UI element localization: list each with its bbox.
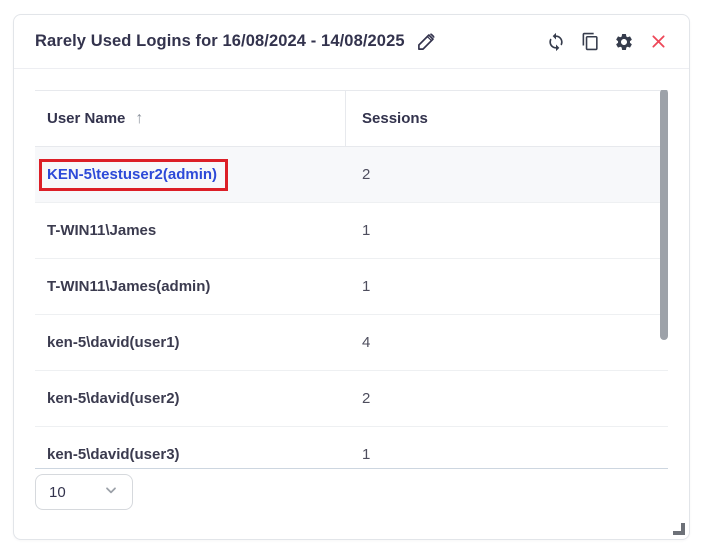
- pencil-icon: [416, 31, 437, 52]
- user-name-cell: ken-5\david(user2): [35, 390, 346, 407]
- refresh-icon: [546, 32, 566, 52]
- table-row[interactable]: ken-5\david(user2) 2: [35, 371, 668, 427]
- chevron-down-icon: [103, 482, 119, 503]
- column-header-sessions[interactable]: Sessions: [346, 91, 668, 146]
- widget-header: Rarely Used Logins for 16/08/2024 - 14/0…: [14, 15, 689, 69]
- table-row[interactable]: T-WIN11\James(admin) 1: [35, 259, 668, 315]
- user-name-text: ken-5\david(user2): [47, 390, 180, 407]
- user-name-cell: T-WIN11\James(admin): [35, 278, 346, 295]
- sessions-cell: 1: [346, 278, 668, 295]
- edit-title-button[interactable]: [415, 30, 439, 54]
- resize-handle[interactable]: [673, 523, 685, 535]
- page-size-dropdown[interactable]: 10: [35, 474, 133, 510]
- copy-icon: [581, 32, 600, 51]
- gear-icon: [614, 32, 634, 52]
- sessions-cell: 4: [346, 334, 668, 351]
- user-name-cell: ken-5\david(user3): [35, 446, 346, 463]
- user-name-text: ken-5\david(user1): [47, 334, 180, 351]
- user-name-text: T-WIN11\James(admin): [47, 278, 210, 295]
- table-header-row: User Name ↑ Sessions: [35, 90, 668, 147]
- table-row[interactable]: ken-5\david(user3) 1: [35, 427, 668, 469]
- close-icon: [649, 32, 668, 51]
- sort-ascending-icon: ↑: [135, 110, 143, 128]
- close-button[interactable]: [647, 31, 669, 53]
- user-name-text: ken-5\david(user3): [47, 446, 180, 463]
- widget-title: Rarely Used Logins for 16/08/2024 - 14/0…: [35, 32, 405, 51]
- column-label: Sessions: [362, 110, 428, 127]
- user-name-text[interactable]: KEN-5\testuser2(admin): [39, 159, 228, 191]
- settings-button[interactable]: [613, 31, 635, 53]
- column-label: User Name: [47, 110, 125, 127]
- user-name-cell: T-WIN11\James: [35, 222, 346, 239]
- user-name-text: T-WIN11\James: [47, 222, 156, 239]
- vertical-scrollbar-thumb[interactable]: [660, 90, 668, 340]
- sessions-cell: 1: [346, 446, 668, 463]
- table-body: KEN-5\testuser2(admin) 2 T-WIN11\James 1…: [35, 147, 668, 469]
- rarely-used-logins-widget: Rarely Used Logins for 16/08/2024 - 14/0…: [13, 14, 690, 540]
- table-row[interactable]: KEN-5\testuser2(admin) 2: [35, 147, 668, 203]
- table-row[interactable]: ken-5\david(user1) 4: [35, 315, 668, 371]
- copy-button[interactable]: [579, 31, 601, 53]
- user-name-cell: ken-5\david(user1): [35, 334, 346, 351]
- sessions-cell: 1: [346, 222, 668, 239]
- user-name-cell: KEN-5\testuser2(admin): [35, 159, 346, 191]
- page-size-value: 10: [49, 484, 103, 501]
- sessions-cell: 2: [346, 166, 668, 183]
- refresh-button[interactable]: [545, 31, 567, 53]
- column-header-user-name[interactable]: User Name ↑: [35, 91, 346, 146]
- logins-table: User Name ↑ Sessions KEN-5\testuser2(adm…: [35, 90, 668, 469]
- table-row[interactable]: T-WIN11\James 1: [35, 203, 668, 259]
- sessions-cell: 2: [346, 390, 668, 407]
- widget-body: User Name ↑ Sessions KEN-5\testuser2(adm…: [14, 69, 689, 510]
